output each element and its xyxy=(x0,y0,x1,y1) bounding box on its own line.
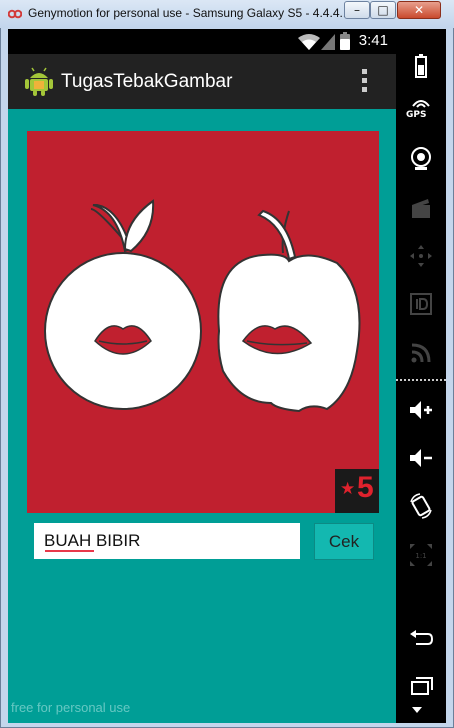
watermark-text: free for personal use xyxy=(11,700,131,715)
android-robot-icon xyxy=(25,67,53,96)
rotate-button[interactable] xyxy=(396,487,446,523)
window-titlebar[interactable]: Genymotion for personal use - Samsung Ga… xyxy=(0,0,454,28)
back-button[interactable] xyxy=(396,619,446,655)
score-value: 5 xyxy=(357,471,374,504)
device-screen: 3:41 TugasTebakGambar ★ 5 BUAH BIBIR Cek… xyxy=(8,29,396,723)
signal-icon xyxy=(321,34,335,50)
puzzle-image xyxy=(27,131,379,513)
recent-apps-icon xyxy=(411,677,433,695)
window-title: Genymotion for personal use - Samsung Ga… xyxy=(28,6,348,20)
check-button[interactable]: Cek xyxy=(314,523,374,560)
battery-icon xyxy=(415,54,427,78)
right-apple xyxy=(217,209,361,413)
gps-icon xyxy=(412,100,430,108)
app-title: TugasTebakGambar xyxy=(61,71,233,92)
battery-widget-button[interactable] xyxy=(396,47,446,83)
minimize-icon: – xyxy=(354,3,360,17)
svg-text:1:1: 1:1 xyxy=(415,552,426,560)
camera-icon xyxy=(411,147,431,170)
id-icon xyxy=(410,293,432,315)
volume-down-button[interactable] xyxy=(396,439,446,475)
gps-widget-button[interactable]: GPS xyxy=(396,92,446,128)
recent-apps-button[interactable] xyxy=(396,667,446,703)
scale-icon: 1:1 xyxy=(410,544,432,566)
clapper-icon xyxy=(412,199,430,218)
minimize-button[interactable]: – xyxy=(344,1,370,19)
battery-status-icon xyxy=(340,32,350,50)
left-apple xyxy=(44,199,202,410)
back-icon xyxy=(410,630,434,645)
answer-input[interactable]: BUAH BIBIR xyxy=(34,523,300,559)
maximize-button[interactable]: □ xyxy=(370,1,396,19)
action-bar: TugasTebakGambar xyxy=(8,54,396,109)
camera-widget-button[interactable] xyxy=(396,140,446,176)
close-icon: ✕ xyxy=(413,3,425,17)
star-icon: ★ xyxy=(340,479,356,499)
overflow-menu-icon[interactable] xyxy=(361,69,369,95)
volume-up-button[interactable] xyxy=(396,391,446,427)
close-button[interactable]: ✕ xyxy=(397,1,441,19)
capture-widget-button[interactable] xyxy=(396,189,446,225)
device-id-widget-button[interactable] xyxy=(396,285,446,321)
rotate-icon xyxy=(410,493,432,519)
spellcheck-underline xyxy=(45,550,94,552)
dpad-widget-button[interactable] xyxy=(396,237,446,273)
status-bar: 3:41 xyxy=(8,29,396,54)
dpad-icon xyxy=(410,245,432,267)
maximize-icon: □ xyxy=(377,3,389,17)
score-badge: ★ 5 xyxy=(335,469,379,513)
rss-widget-button[interactable] xyxy=(396,334,446,370)
scale-button[interactable]: 1:1 xyxy=(396,536,446,572)
genymotion-toolbar: GPS 1:1 xyxy=(396,29,446,723)
toolbar-divider xyxy=(396,379,446,381)
gps-label: GPS xyxy=(406,110,427,120)
volume-up-icon xyxy=(410,401,432,419)
rss-icon xyxy=(411,343,431,363)
volume-down-icon xyxy=(410,449,432,467)
wifi-icon xyxy=(298,34,320,50)
status-time: 3:41 xyxy=(358,32,388,49)
genymotion-logo-icon xyxy=(8,9,22,19)
toolbar-scroll-down-icon[interactable] xyxy=(412,707,422,713)
